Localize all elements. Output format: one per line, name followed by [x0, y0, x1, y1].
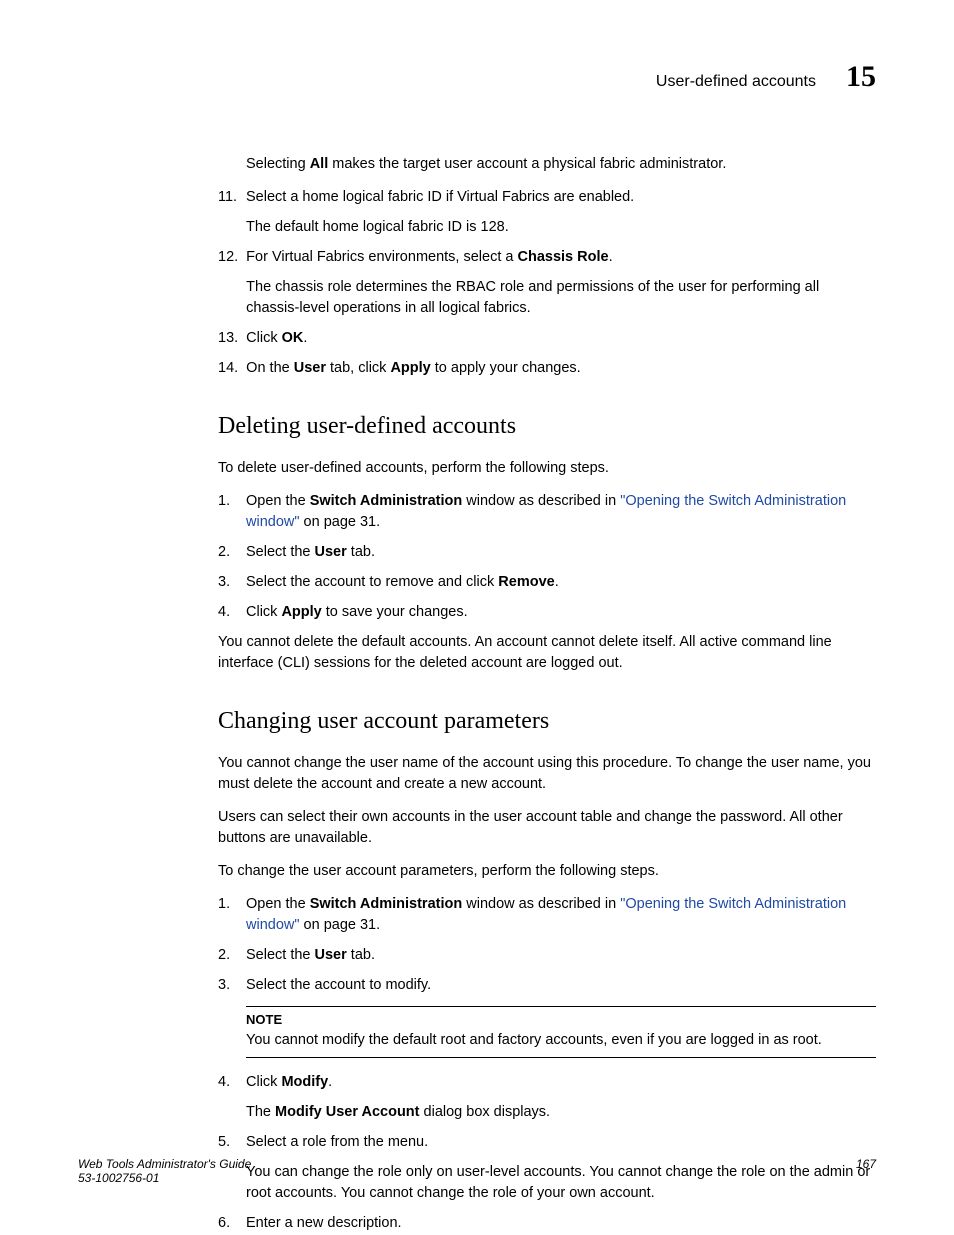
chapter-number: 15: [846, 60, 876, 94]
list-item: 4. Click Modify. The Modify User Account…: [218, 1072, 876, 1123]
paragraph: Users can select their own accounts in t…: [218, 807, 876, 849]
intro-paragraph: Selecting All makes the target user acco…: [246, 154, 876, 175]
list-item: 2. Select the User tab.: [218, 945, 876, 966]
main-content: Selecting All makes the target user acco…: [218, 154, 876, 1234]
paragraph: To change the user account parameters, p…: [218, 861, 876, 882]
page-header: User-defined accounts 15: [78, 60, 876, 94]
note-rule-top: [246, 1006, 876, 1007]
list-item: 3. Select the account to modify. NOTE Yo…: [218, 975, 876, 1058]
list-item: 14. On the User tab, click Apply to appl…: [218, 358, 876, 379]
list-item: 6. Enter a new description.: [218, 1213, 876, 1234]
note-block: NOTE You cannot modify the default root …: [246, 1006, 876, 1058]
footer-guide-title: Web Tools Administrator's Guide: [78, 1157, 251, 1171]
footer-page-number: 167: [856, 1157, 876, 1185]
note-rule-bottom: [246, 1057, 876, 1058]
list-item: 11. Select a home logical fabric ID if V…: [218, 187, 876, 238]
paragraph: To delete user-defined accounts, perform…: [218, 458, 876, 479]
list-item: 1. Open the Switch Administration window…: [218, 894, 876, 936]
heading-deleting: Deleting user-defined accounts: [218, 409, 876, 444]
list-item: 4. Click Apply to save your changes.: [218, 602, 876, 623]
list-item: 1. Open the Switch Administration window…: [218, 491, 876, 533]
list-item: 13. Click OK.: [218, 328, 876, 349]
list-item: 12. For Virtual Fabrics environments, se…: [218, 247, 876, 319]
note-label: NOTE: [246, 1011, 876, 1030]
heading-changing: Changing user account parameters: [218, 704, 876, 739]
footer-doc-number: 53-1002756-01: [78, 1171, 251, 1185]
list-item: 3. Select the account to remove and clic…: [218, 572, 876, 593]
header-section-title: User-defined accounts: [656, 73, 816, 91]
list-item: 2. Select the User tab.: [218, 542, 876, 563]
paragraph: You cannot delete the default accounts. …: [218, 632, 876, 674]
note-body: You cannot modify the default root and f…: [246, 1030, 876, 1051]
page-footer: Web Tools Administrator's Guide 53-10027…: [78, 1157, 876, 1185]
paragraph: You cannot change the user name of the a…: [218, 753, 876, 795]
